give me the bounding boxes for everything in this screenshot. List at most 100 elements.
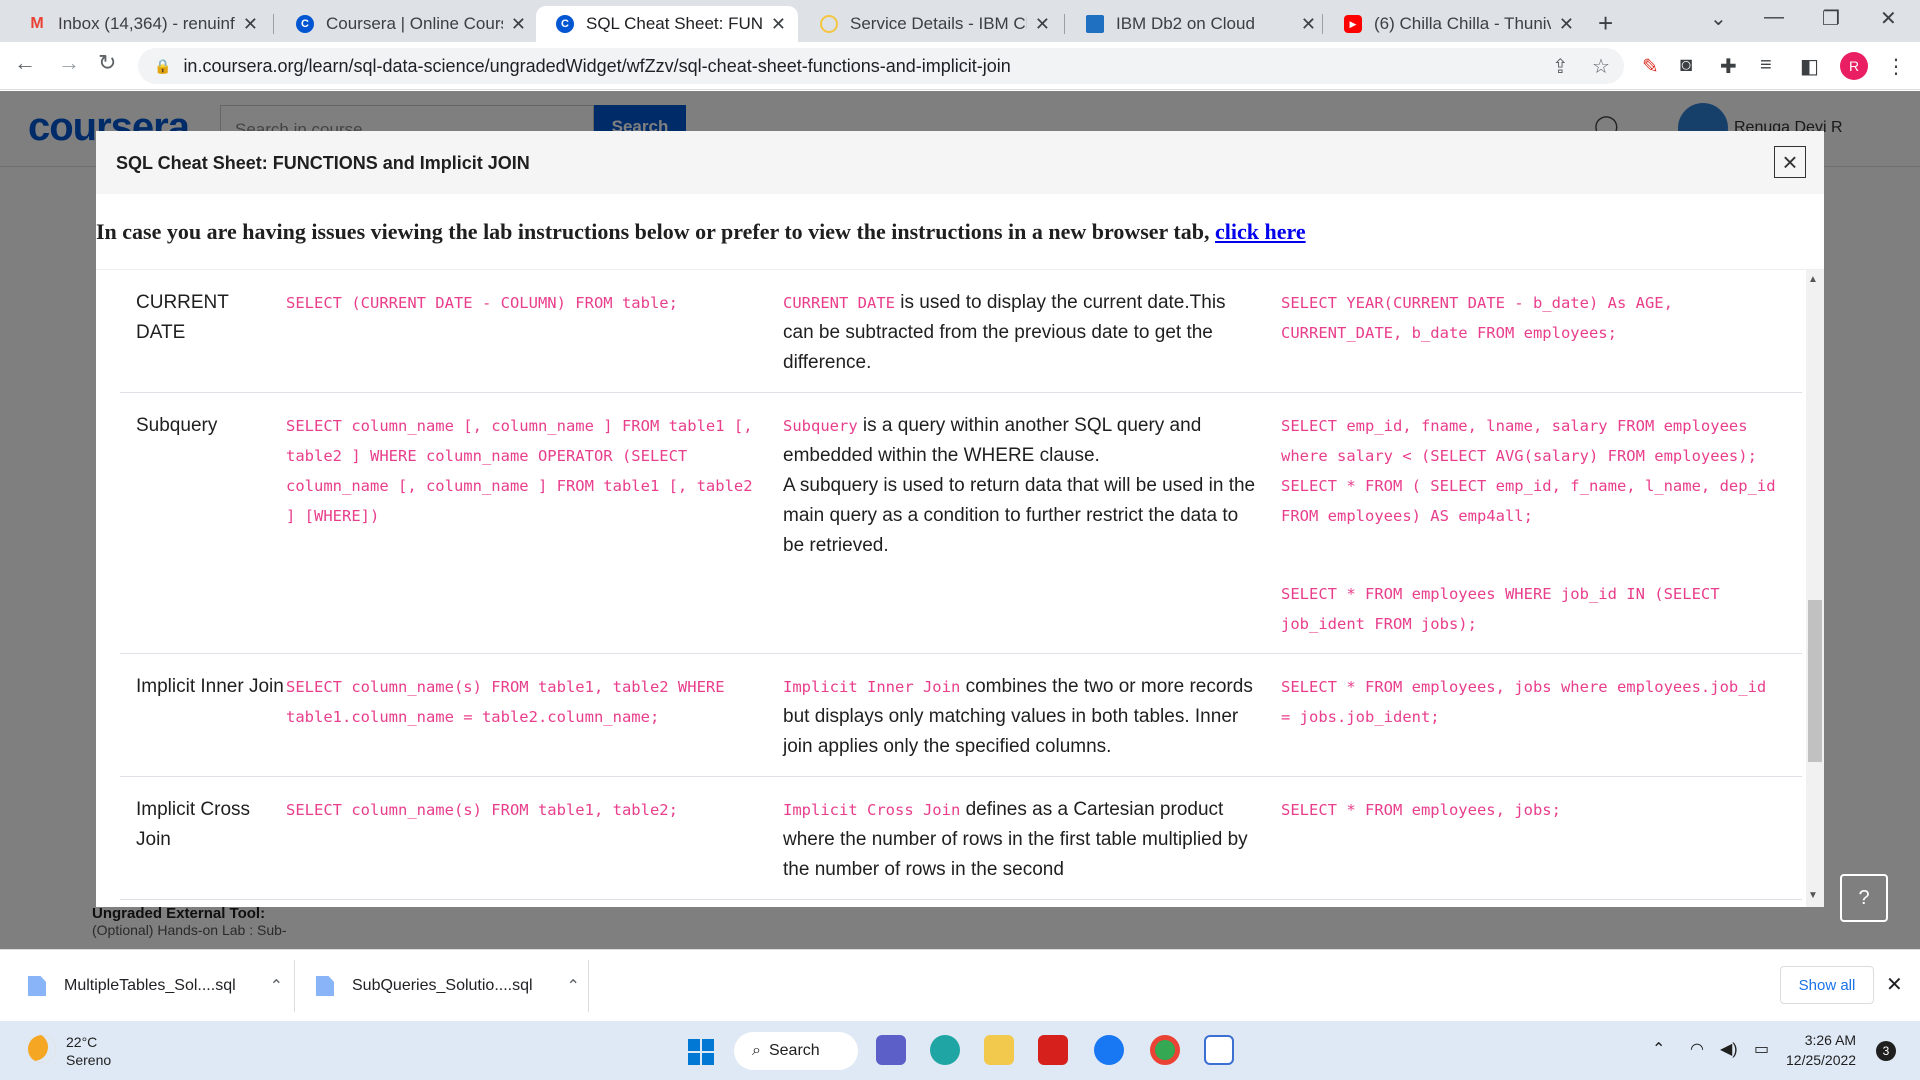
close-tab-icon[interactable]: ✕: [511, 14, 526, 35]
syntax-code: SELECT column_name(s) FROM table1, table…: [286, 801, 678, 819]
description: Implicit Inner Join combines the two or …: [783, 653, 1281, 777]
teams-icon[interactable]: [876, 1035, 906, 1065]
side-panel-icon[interactable]: ◧: [1800, 54, 1819, 79]
tab-separator: [1064, 14, 1065, 34]
tab-ibm-cloud[interactable]: Service Details - IBM Cloud ✕: [800, 6, 1062, 42]
help-icon[interactable]: ?: [1840, 874, 1888, 922]
share-icon[interactable]: ⇪: [1552, 54, 1569, 79]
close-downloads-icon[interactable]: ✕: [1886, 972, 1903, 997]
close-tab-icon[interactable]: ✕: [1559, 14, 1574, 35]
gmail-icon: M: [30, 15, 44, 32]
reading-list-icon[interactable]: ≡: [1760, 54, 1772, 77]
back-arrow-icon[interactable]: ←: [14, 50, 36, 76]
frame-scrollbar[interactable]: [1806, 270, 1824, 907]
command-name: Implicit Cross Join: [120, 776, 286, 900]
youtube-icon: ▶: [1344, 15, 1362, 33]
click-here-link[interactable]: click here: [1215, 219, 1306, 244]
restore-icon[interactable]: ❐: [1822, 6, 1840, 31]
address-bar[interactable]: 🔒 in.coursera.org/learn/sql-data-science…: [138, 48, 1624, 84]
close-tab-icon[interactable]: ✕: [771, 14, 786, 35]
taskbar-search-label: Search: [768, 1042, 820, 1059]
cloud-icon: [820, 15, 838, 33]
pen-extension-icon[interactable]: ✎: [1642, 54, 1659, 79]
file-explorer-icon[interactable]: [984, 1035, 1014, 1065]
clock-date: 12/25/2022: [1786, 1052, 1857, 1068]
table-row: Subquery SELECT column_name [, column_na…: [120, 392, 1802, 654]
new-tab-icon[interactable]: +: [1598, 8, 1613, 39]
file-icon: [316, 976, 334, 996]
tab-ibm-db2[interactable]: IBM Db2 on Cloud ✕: [1066, 6, 1328, 42]
description-text: A subquery is used to return data that w…: [783, 475, 1256, 556]
moon-icon[interactable]: [28, 1035, 56, 1063]
edge-icon[interactable]: [930, 1035, 960, 1065]
tab-separator: [1322, 14, 1323, 34]
lock-icon: 🔒: [154, 57, 172, 74]
wifi-icon[interactable]: ◠: [1690, 1039, 1704, 1059]
frame-scrollbar-thumb[interactable]: [1808, 600, 1822, 762]
download-separator: [588, 960, 589, 1012]
modal-header: SQL Cheat Sheet: FUNCTIONS and Implicit …: [96, 131, 1824, 194]
close-tab-icon[interactable]: ✕: [243, 14, 258, 35]
tab-coursera[interactable]: C Coursera | Online Courses & ✕: [276, 6, 538, 42]
close-tab-icon[interactable]: ✕: [1301, 14, 1316, 35]
close-window-icon[interactable]: ✕: [1880, 6, 1897, 31]
description: CURRENT DATE is used to display the curr…: [783, 270, 1281, 393]
description-code: Implicit Cross Join: [783, 801, 961, 819]
bookmark-star-icon[interactable]: ☆: [1592, 54, 1610, 79]
taskbar-search[interactable]: ⌕ Search: [734, 1032, 858, 1070]
minimize-icon[interactable]: —: [1764, 6, 1784, 29]
chrome-icon[interactable]: [1150, 1035, 1180, 1065]
temperature: 22°C: [66, 1034, 98, 1050]
chevron-up-icon[interactable]: ⌃: [1652, 1039, 1665, 1059]
search-icon: ⌕: [752, 1042, 761, 1059]
facebook-icon[interactable]: [1094, 1035, 1124, 1065]
browser-menu-icon[interactable]: ⋮: [1886, 54, 1906, 79]
lab-notice-text: In case you are having issues viewing th…: [96, 219, 1215, 244]
ibm-icon: [1086, 15, 1104, 33]
lab-instructions-frame[interactable]: CURRENT DATE SELECT (CURRENT DATE - COLU…: [96, 269, 1824, 907]
lab-notice: In case you are having issues viewing th…: [96, 219, 1306, 245]
close-icon[interactable]: ×: [1774, 146, 1806, 178]
table-row: Implicit Inner Join SELECT column_name(s…: [120, 653, 1802, 777]
tab-sql-cheat-sheet[interactable]: C SQL Cheat Sheet: FUNCTIO ✕: [536, 6, 798, 42]
coursera-icon: C: [556, 15, 574, 33]
download-filename: MultipleTables_Sol....sql: [64, 977, 236, 994]
file-icon: [28, 976, 46, 996]
syntax-code: SELECT column_name [, column_name ] FROM…: [286, 417, 753, 525]
syntax-code: SELECT column_name(s) FROM table1, table…: [286, 678, 725, 726]
battery-icon[interactable]: ▭: [1754, 1039, 1769, 1059]
scroll-up-icon[interactable]: ▲: [1808, 274, 1818, 285]
cheat-sheet-table: CURRENT DATE SELECT (CURRENT DATE - COLU…: [120, 270, 1802, 900]
windows-taskbar: 22°C Sereno ⌕ Search ⌃ ◠ ◀) ▭ 3:26 AM 12/…: [0, 1021, 1920, 1080]
acrobat-icon[interactable]: [1038, 1035, 1068, 1065]
profile-avatar[interactable]: R: [1840, 52, 1868, 80]
notepad-icon[interactable]: [1204, 1035, 1234, 1065]
table-row: Implicit Cross Join SELECT column_name(s…: [120, 776, 1802, 900]
chevron-up-icon[interactable]: ⌃: [567, 976, 580, 996]
extensions-puzzle-icon[interactable]: ✚: [1720, 54, 1737, 79]
scroll-down-icon[interactable]: ▼: [1808, 890, 1818, 901]
weather-widget[interactable]: 22°C Sereno: [66, 1033, 111, 1069]
tab-youtube[interactable]: ▶ (6) Chilla Chilla - Thunivu Ly ✕: [1324, 6, 1586, 42]
modal-title: SQL Cheat Sheet: FUNCTIONS and Implicit …: [116, 153, 530, 173]
example-code: SELECT * FROM employees, jobs;: [1281, 801, 1561, 819]
example-code: SELECT YEAR(CURRENT DATE - b_date) As AG…: [1281, 294, 1673, 342]
close-tab-icon[interactable]: ✕: [1035, 14, 1050, 35]
system-clock[interactable]: 3:26 AM 12/25/2022: [1786, 1030, 1856, 1070]
reload-icon[interactable]: ↻: [98, 50, 116, 76]
windows-start-icon[interactable]: [688, 1039, 714, 1065]
show-all-button[interactable]: Show all: [1780, 966, 1874, 1004]
description-code: Subquery: [783, 417, 858, 435]
tab-gmail[interactable]: M Inbox (14,364) - renuinfotec ✕: [8, 6, 270, 42]
volume-icon[interactable]: ◀): [1720, 1039, 1738, 1059]
forward-arrow-icon[interactable]: →: [58, 50, 80, 76]
download-item[interactable]: MultipleTables_Sol....sql ⌃: [28, 950, 283, 1022]
browser-toolbar: ← → ↻ 🔒 in.coursera.org/learn/sql-data-s…: [0, 42, 1920, 90]
notification-badge[interactable]: 3: [1876, 1041, 1896, 1061]
chevron-up-icon[interactable]: ⌃: [270, 976, 283, 996]
tab-search-chevron-icon[interactable]: ⌄: [1710, 6, 1727, 31]
download-item[interactable]: SubQueries_Solutio....sql ⌃: [316, 950, 580, 1022]
camera-extension-icon[interactable]: ◙: [1680, 54, 1692, 77]
